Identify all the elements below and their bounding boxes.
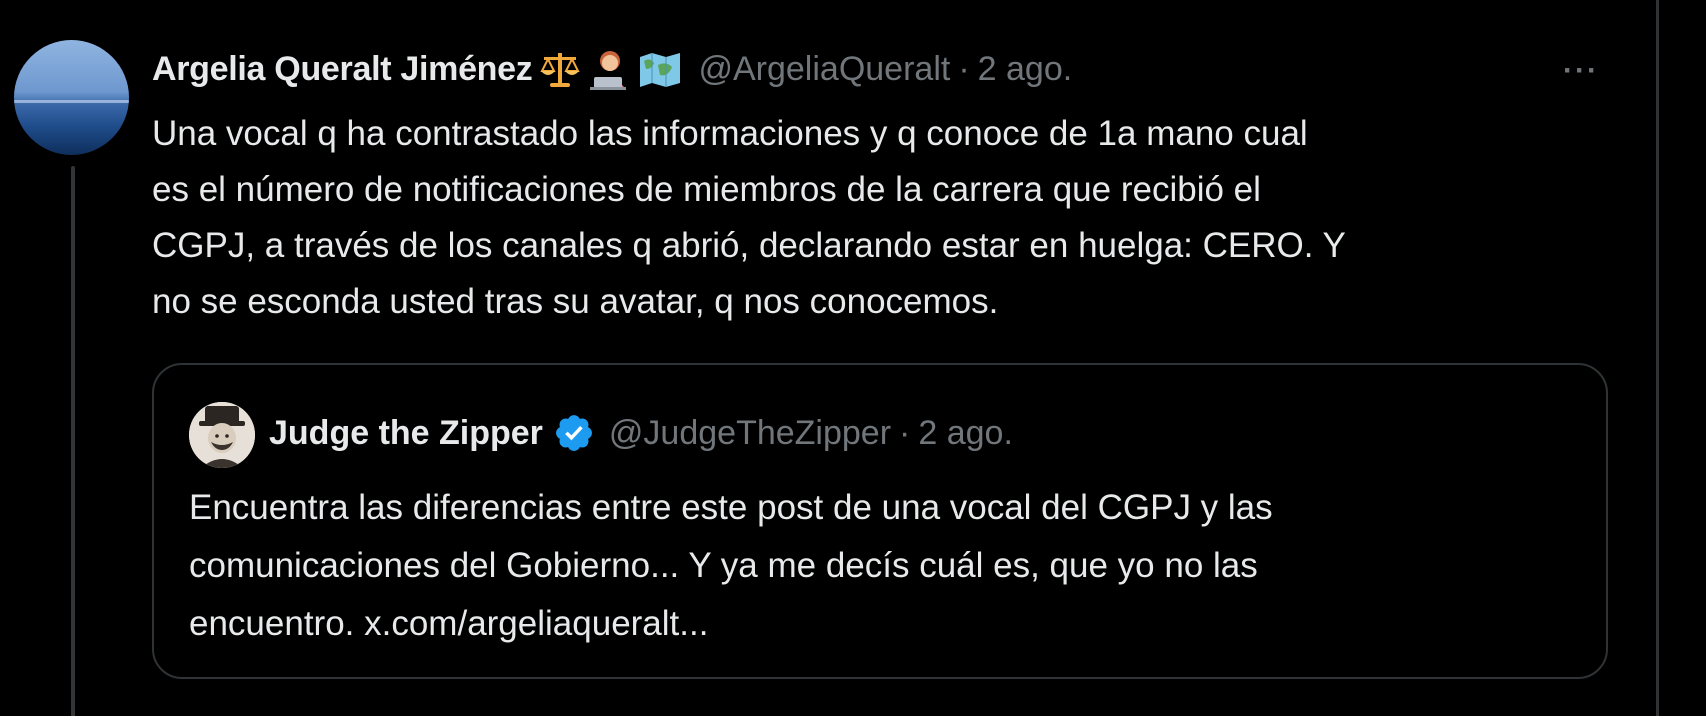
- tweet-timestamp[interactable]: 2 ago.: [978, 50, 1073, 89]
- author-handle[interactable]: @ArgeliaQueralt: [698, 50, 950, 89]
- quoted-header-separator: ·: [899, 413, 911, 452]
- verified-badge-icon: [553, 412, 595, 454]
- author-avatar[interactable]: [14, 40, 129, 155]
- header-separator: ·: [958, 49, 970, 88]
- quoted-author-display-name[interactable]: Judge the Zipper: [269, 414, 543, 453]
- tweet-text-line: es el número de notificaciones de miembr…: [152, 170, 1261, 209]
- quoted-tweet-timestamp[interactable]: 2 ago.: [918, 414, 1013, 453]
- quoted-tweet-header: Judge the Zipper @JudgeTheZipper · 2 ago…: [269, 405, 1013, 461]
- tweet-text-line: CGPJ, a través de los canales q abrió, d…: [152, 226, 1346, 265]
- quoted-text-line: Encuentra las diferencias entre este pos…: [189, 488, 1273, 527]
- quoted-tweet-body: Encuentra las diferencias entre este pos…: [189, 479, 1589, 653]
- quoted-tweet-card[interactable]: Judge the Zipper @JudgeTheZipper · 2 ago…: [152, 363, 1608, 679]
- quoted-text-line: encuentro. x.com/argeliaqueralt...: [189, 604, 709, 643]
- tweet-thread-view: Argelia Queralt Jiménez @ArgeliaQueralt …: [0, 0, 1706, 716]
- tweet-body: Una vocal q ha contrastado las informaci…: [152, 106, 1632, 330]
- woman-technologist-emoji-icon: [588, 47, 632, 91]
- tweet-header: Argelia Queralt Jiménez @ArgeliaQueralt …: [152, 44, 1072, 94]
- quoted-text-line: comunicaciones del Gobierno... Y ya me d…: [189, 546, 1258, 585]
- scales-emoji-icon: [538, 47, 582, 91]
- tweet-text-line: Una vocal q ha contrastado las informaci…: [152, 114, 1308, 153]
- quoted-author-avatar[interactable]: [189, 402, 255, 468]
- quoted-author-handle[interactable]: @JudgeTheZipper: [609, 414, 891, 453]
- thread-connector-line: [71, 166, 75, 716]
- tweet-text-line: no se esconda usted tras su avatar, q no…: [152, 282, 999, 321]
- avatar-horizon: [14, 100, 129, 103]
- more-options-icon[interactable]: ···: [1563, 54, 1599, 88]
- world-map-emoji-icon: [638, 47, 682, 91]
- author-display-name[interactable]: Argelia Queralt Jiménez: [152, 50, 533, 89]
- timeline-divider: [1656, 0, 1659, 716]
